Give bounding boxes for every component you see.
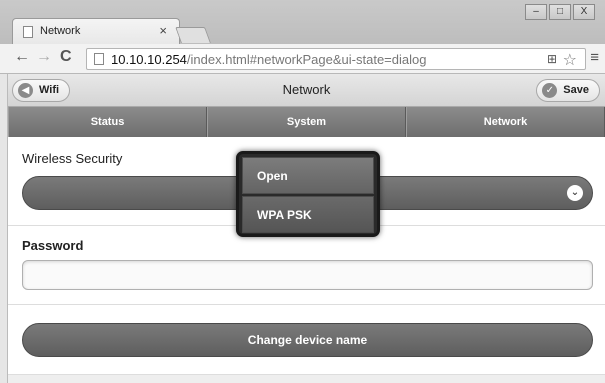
page-icon [94,53,104,65]
forward-arrow-icon[interactable]: → [36,48,52,66]
new-tab-button[interactable] [175,27,211,43]
url-path: /index.html#networkPage&ui-state=dialog [186,52,427,67]
tab-status[interactable]: Status [8,107,207,137]
address-bar[interactable]: 10.10.10.254/index.html#networkPage&ui-s… [86,48,586,70]
reload-icon[interactable]: C [60,48,72,66]
save-button[interactable]: ✓ Save [536,79,600,102]
maximize-button[interactable]: □ [549,4,571,20]
star-icon[interactable]: ☆ [563,50,577,70]
navbar: Status System Network [8,107,605,137]
minimize-button[interactable]: – [525,4,547,20]
window-controls: – □ X [523,4,595,20]
divider [8,304,605,305]
document-icon [23,26,33,38]
page-title: Network [282,82,331,97]
password-label: Password [22,238,84,253]
tab-network[interactable]: Network [406,107,605,137]
app-header: ◀ Wifi Network ✓ Save [8,74,605,107]
close-window-button[interactable]: X [573,4,595,20]
wireless-security-label: Wireless Security [22,151,123,166]
url-text: 10.10.10.254/index.html#networkPage&ui-s… [111,52,426,67]
password-field[interactable] [22,260,593,290]
browser-titlebar: Network × – □ X [0,0,605,44]
option-open[interactable]: Open [242,157,374,194]
translate-icon[interactable]: ⊞ [547,52,557,66]
check-circle-icon: ✓ [542,83,558,98]
tab-close-icon[interactable]: × [159,23,167,38]
back-arrow-icon[interactable]: ← [14,48,30,66]
url-host: 10.10.10.254 [111,52,187,67]
menu-icon[interactable]: ≡ [590,49,599,66]
save-button-label: Save [563,84,589,96]
security-options-popup: Open WPA PSK [236,151,380,237]
tab-system[interactable]: System [207,107,406,137]
tab-title: Network [40,25,81,37]
browser-toolbar: ← → C 10.10.10.254/index.html#networkPag… [0,44,605,74]
page-left-edge [0,74,8,383]
option-wpa-psk[interactable]: WPA PSK [242,196,374,233]
browser-tab[interactable]: Network × [12,18,180,44]
chevron-down-icon: ⌄ [567,185,583,201]
footer-strip [8,374,605,383]
change-device-name-button[interactable]: Change device name [22,323,593,357]
